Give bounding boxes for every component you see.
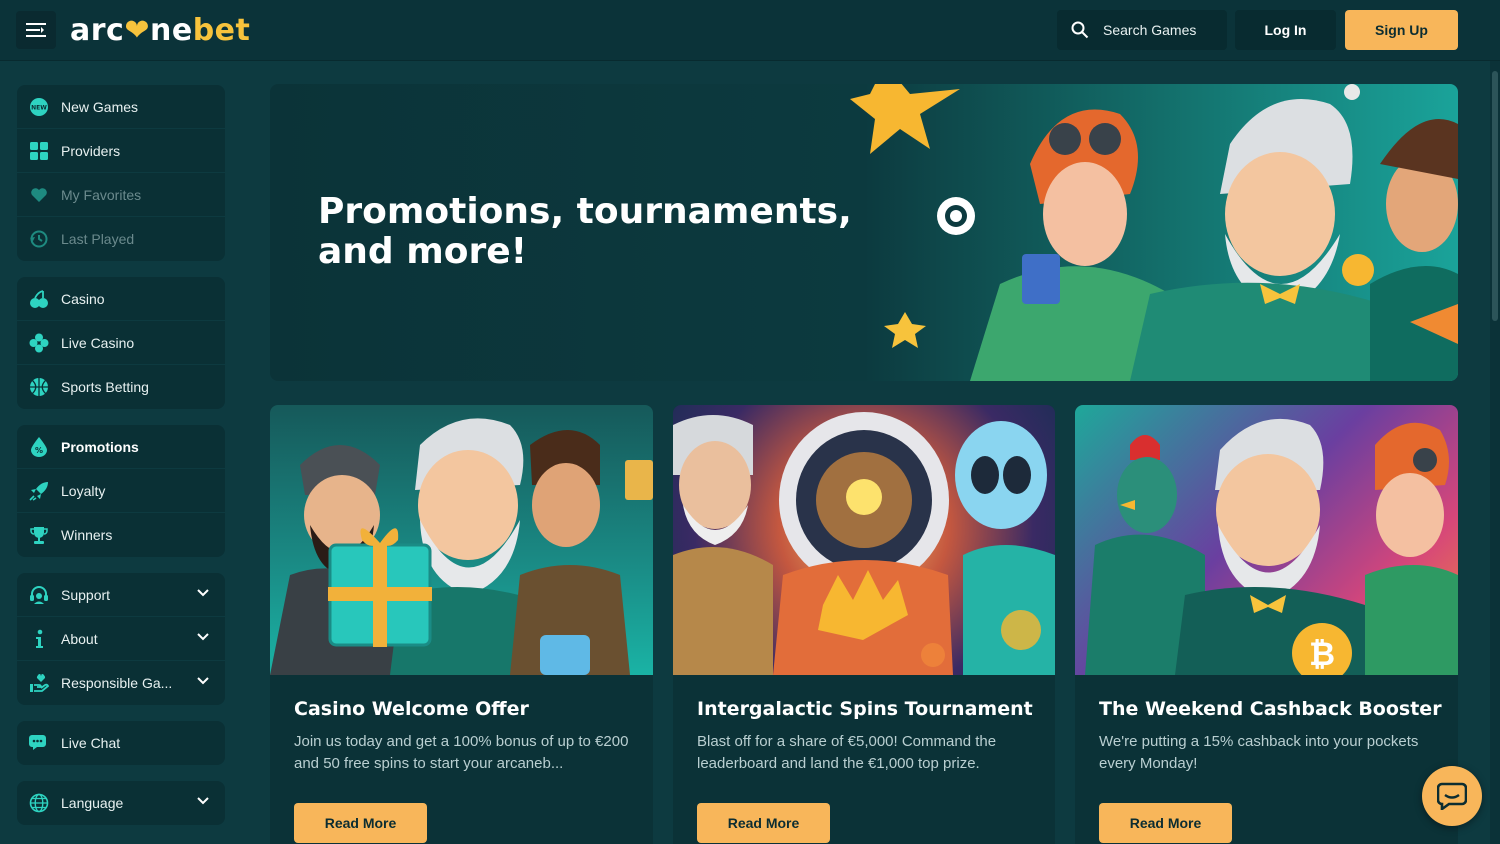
live-chat-floating-button[interactable] [1422, 766, 1482, 826]
promo-card-description: We're putting a 15% cashback into your p… [1099, 733, 1419, 772]
sidebar-item-my-favorites[interactable]: My Favorites [17, 173, 225, 217]
sidebar-group-promotions: % Promotions Loyalty Winners [17, 425, 225, 557]
sidebar-item-new-games[interactable]: NEW New Games [17, 85, 225, 129]
promo-card-image [270, 405, 653, 675]
trophy-icon [29, 525, 49, 545]
promotions-hero-banner: Promotions, tournaments, and more! [270, 84, 1458, 381]
login-button[interactable]: Log In [1235, 10, 1336, 50]
sidebar-item-last-played[interactable]: Last Played [17, 217, 225, 261]
percent-drop-icon: % [29, 436, 49, 457]
weekend-cashback-illustration: ₿ [1085, 418, 1458, 675]
history-icon [29, 229, 49, 249]
sidebar-group-info: Support About Responsible Ga... [17, 573, 225, 705]
svg-text:₿: ₿ [1309, 635, 1335, 673]
sidebar-group-casino: Casino Live Casino Sports Betting [17, 277, 225, 409]
sidebar-group-live-chat: Live Chat [17, 721, 225, 765]
sidebar-item-live-chat[interactable]: Live Chat [17, 721, 225, 765]
sidebar-group-language: Language [17, 781, 225, 825]
info-icon [29, 629, 49, 649]
promo-card-description: Blast off for a share of €5,000! Command… [697, 733, 997, 772]
sidebar-item-sports-betting[interactable]: Sports Betting [17, 365, 225, 409]
sidebar-item-responsible-gaming[interactable]: Responsible Ga... [17, 661, 225, 705]
search-games-button[interactable]: Search Games [1057, 10, 1227, 50]
sidebar-item-casino[interactable]: Casino [17, 277, 225, 321]
read-more-button[interactable]: Read More [294, 803, 427, 843]
promo-card-image: ₿ [1075, 405, 1458, 675]
welcome-offer-illustration [270, 418, 653, 675]
search-label: Search Games [1103, 22, 1197, 38]
rocket-icon [29, 481, 49, 501]
heart-icon [29, 185, 49, 205]
hamburger-menu-button[interactable] [16, 11, 56, 49]
site-logo[interactable]: arc ❤ ne bet [70, 12, 250, 48]
hamburger-icon [26, 23, 46, 37]
sidebar-item-language[interactable]: Language [17, 781, 225, 825]
heart-logo-icon: ❤ [124, 12, 150, 48]
promo-card-description: Join us today and get a 100% bonus of up… [294, 733, 629, 772]
promo-card-intergalactic-tournament[interactable]: Intergalactic Spins Tournament Blast off… [673, 405, 1055, 844]
globe-icon [29, 793, 49, 813]
sidebar-item-providers[interactable]: Providers [17, 129, 225, 173]
sidebar-item-loyalty[interactable]: Loyalty [17, 469, 225, 513]
promo-card-image [673, 405, 1055, 675]
cherry-icon [29, 289, 49, 309]
chevron-down-icon[interactable] [197, 797, 209, 805]
chevron-down-icon[interactable] [197, 589, 209, 597]
sidebar-item-support[interactable]: Support [17, 573, 225, 617]
chevron-down-icon[interactable] [197, 677, 209, 685]
svg-text:NEW: NEW [31, 104, 47, 111]
headset-icon [29, 585, 49, 605]
intergalactic-tournament-illustration [673, 412, 1055, 675]
top-header: arc ❤ ne bet Search Games Log In Sign Up [0, 0, 1500, 61]
promo-card-title: Intergalactic Spins Tournament [697, 698, 1033, 720]
read-more-button[interactable]: Read More [1099, 803, 1232, 843]
sidebar-item-promotions[interactable]: % Promotions [17, 425, 225, 469]
search-icon [1071, 21, 1089, 39]
clover-icon [29, 333, 49, 353]
chat-icon [1437, 782, 1467, 810]
svg-text:%: % [35, 446, 43, 455]
grid-icon [29, 141, 49, 161]
chat-bubble-icon [29, 733, 49, 753]
sidebar-group-games: NEW New Games Providers My Favorites Las… [17, 85, 225, 261]
promo-card-title: The Weekend Cashback Booster [1099, 698, 1442, 720]
chevron-down-icon[interactable] [197, 633, 209, 641]
sidebar-item-winners[interactable]: Winners [17, 513, 225, 557]
read-more-button[interactable]: Read More [697, 803, 830, 843]
hero-title: Promotions, tournaments, and more! [318, 191, 852, 272]
promo-card-weekend-cashback[interactable]: ₿ The Weekend Cashback Booster We're put… [1075, 405, 1458, 844]
sidebar-item-live-casino[interactable]: Live Casino [17, 321, 225, 365]
basketball-icon [29, 377, 49, 397]
sidebar-item-about[interactable]: About [17, 617, 225, 661]
new-badge-icon: NEW [29, 97, 49, 117]
page-scrollbar[interactable] [1490, 61, 1500, 844]
hand-heart-icon [29, 673, 49, 693]
signup-button[interactable]: Sign Up [1345, 10, 1458, 50]
scrollbar-thumb[interactable] [1492, 71, 1498, 321]
promo-card-title: Casino Welcome Offer [294, 698, 529, 720]
promo-card-welcome-offer[interactable]: Casino Welcome Offer Join us today and g… [270, 405, 653, 844]
